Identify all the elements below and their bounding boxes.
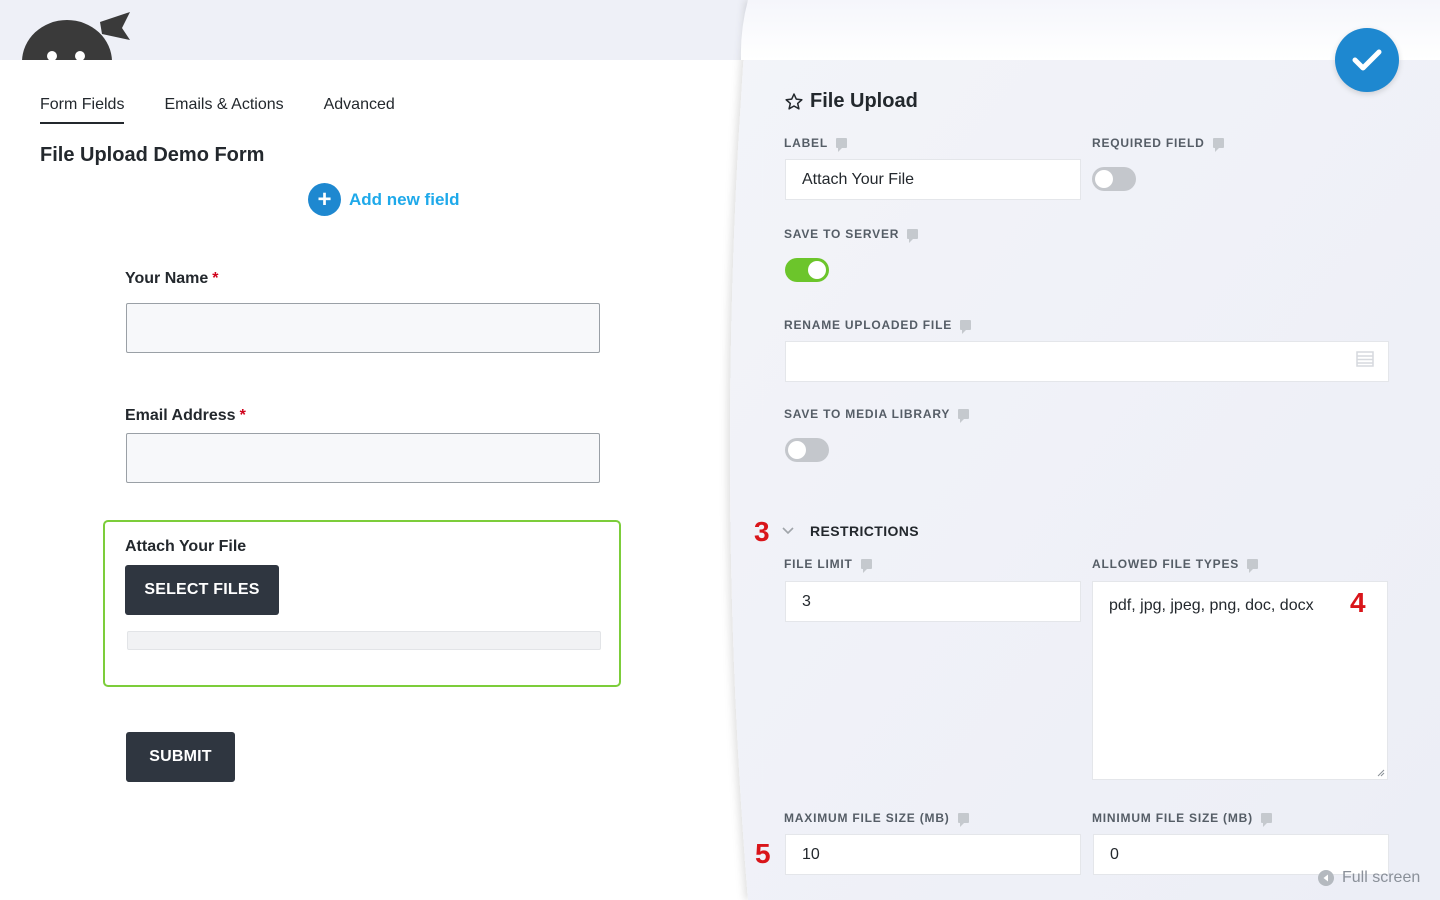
collapse-arrow-icon xyxy=(1318,870,1334,886)
label-setting-label: LABEL xyxy=(784,136,847,152)
name-label: Your Name * xyxy=(125,270,219,288)
annotation-3: 3 xyxy=(754,516,770,547)
required-field-toggle[interactable] xyxy=(1092,167,1136,191)
minimum-file-size-text: MINIMUM FILE SIZE (MB) xyxy=(1092,811,1253,825)
maximum-file-size-label: MAXIMUM FILE SIZE (MB) xyxy=(784,811,969,827)
upload-progress-bar xyxy=(127,631,601,650)
save-to-media-library-label: SAVE TO MEDIA LIBRARY xyxy=(784,407,970,423)
plus-icon: + xyxy=(308,183,341,216)
annotation-4: 4 xyxy=(1350,587,1366,618)
resize-handle-icon[interactable] xyxy=(1377,769,1385,777)
file-limit-input[interactable]: 3 xyxy=(785,581,1081,622)
name-input[interactable] xyxy=(126,303,600,353)
save-to-server-label: SAVE TO SERVER xyxy=(784,227,919,243)
ninja-logo xyxy=(22,10,132,60)
allowed-file-types-textarea[interactable]: pdf, jpg, jpeg, png, doc, docx xyxy=(1092,581,1388,780)
merge-tags-icon[interactable] xyxy=(1356,351,1374,367)
required-field-text: REQUIRED FIELD xyxy=(1092,136,1205,150)
help-tooltip-icon[interactable] xyxy=(1260,813,1272,827)
tab-emails-actions[interactable]: Emails & Actions xyxy=(164,96,283,124)
label-setting-text: LABEL xyxy=(784,136,828,150)
maximum-file-size-text: MAXIMUM FILE SIZE (MB) xyxy=(784,811,950,825)
tab-form-fields[interactable]: Form Fields xyxy=(40,96,125,124)
save-to-server-toggle[interactable] xyxy=(785,258,829,282)
email-input[interactable] xyxy=(126,433,600,483)
minimum-file-size-label: MINIMUM FILE SIZE (MB) xyxy=(1092,811,1272,827)
label-input[interactable]: Attach Your File xyxy=(785,159,1081,200)
done-button[interactable] xyxy=(1335,28,1399,92)
file-limit-label: FILE LIMIT xyxy=(784,557,872,573)
email-label-text: Email Address xyxy=(125,407,236,424)
select-files-button[interactable]: SELECT FILES xyxy=(125,565,279,615)
star-icon[interactable] xyxy=(784,92,804,112)
tab-advanced[interactable]: Advanced xyxy=(324,96,395,124)
maximum-file-size-input[interactable]: 10 xyxy=(785,834,1081,875)
name-label-text: Your Name xyxy=(125,270,209,287)
file-upload-label: Attach Your File xyxy=(125,538,247,555)
save-to-server-text: SAVE TO SERVER xyxy=(784,227,900,241)
form-title: File Upload Demo Form xyxy=(40,144,265,166)
required-asterisk: * xyxy=(239,407,246,424)
field-settings-panel: File Upload LABEL Attach Your File REQUI… xyxy=(740,0,1440,900)
email-label: Email Address * xyxy=(125,407,246,425)
add-new-field-label: Add new field xyxy=(349,189,460,209)
help-tooltip-icon[interactable] xyxy=(1247,559,1259,573)
allowed-file-types-text: ALLOWED FILE TYPES xyxy=(1092,557,1240,571)
allowed-file-types-label: ALLOWED FILE TYPES xyxy=(1092,557,1259,573)
rename-uploaded-file-text: RENAME UPLOADED FILE xyxy=(784,318,953,332)
save-to-media-library-toggle[interactable] xyxy=(785,438,829,462)
full-screen-button[interactable]: Full screen xyxy=(1318,869,1420,887)
help-tooltip-icon[interactable] xyxy=(957,813,969,827)
rename-uploaded-file-input[interactable] xyxy=(785,341,1389,382)
rename-uploaded-file-label: RENAME UPLOADED FILE xyxy=(784,318,972,334)
required-field-label: REQUIRED FIELD xyxy=(1092,136,1224,152)
submit-button[interactable]: SUBMIT xyxy=(126,732,235,782)
help-tooltip-icon[interactable] xyxy=(960,320,972,334)
help-tooltip-icon[interactable] xyxy=(860,559,872,573)
annotation-5: 5 xyxy=(755,838,771,869)
help-tooltip-icon[interactable] xyxy=(958,409,970,423)
required-asterisk: * xyxy=(212,270,219,287)
restrictions-section-toggle[interactable]: RESTRICTIONS xyxy=(782,523,919,539)
chevron-down-icon xyxy=(782,527,794,535)
checkmark-icon xyxy=(1352,49,1382,71)
add-new-field-button[interactable]: + Add new field xyxy=(308,183,460,216)
builder-tabs: Form Fields Emails & Actions Advanced xyxy=(40,96,395,124)
save-to-media-library-text: SAVE TO MEDIA LIBRARY xyxy=(784,407,951,421)
restrictions-heading: RESTRICTIONS xyxy=(810,523,920,539)
file-upload-field-card[interactable]: Attach Your File SELECT FILES xyxy=(103,520,621,687)
help-tooltip-icon[interactable] xyxy=(1212,138,1224,152)
full-screen-label: Full screen xyxy=(1342,869,1421,886)
file-limit-text: FILE LIMIT xyxy=(784,557,853,571)
panel-title-text: File Upload xyxy=(810,90,918,112)
help-tooltip-icon[interactable] xyxy=(836,138,847,152)
panel-title: File Upload xyxy=(784,90,918,113)
help-tooltip-icon[interactable] xyxy=(907,229,919,243)
